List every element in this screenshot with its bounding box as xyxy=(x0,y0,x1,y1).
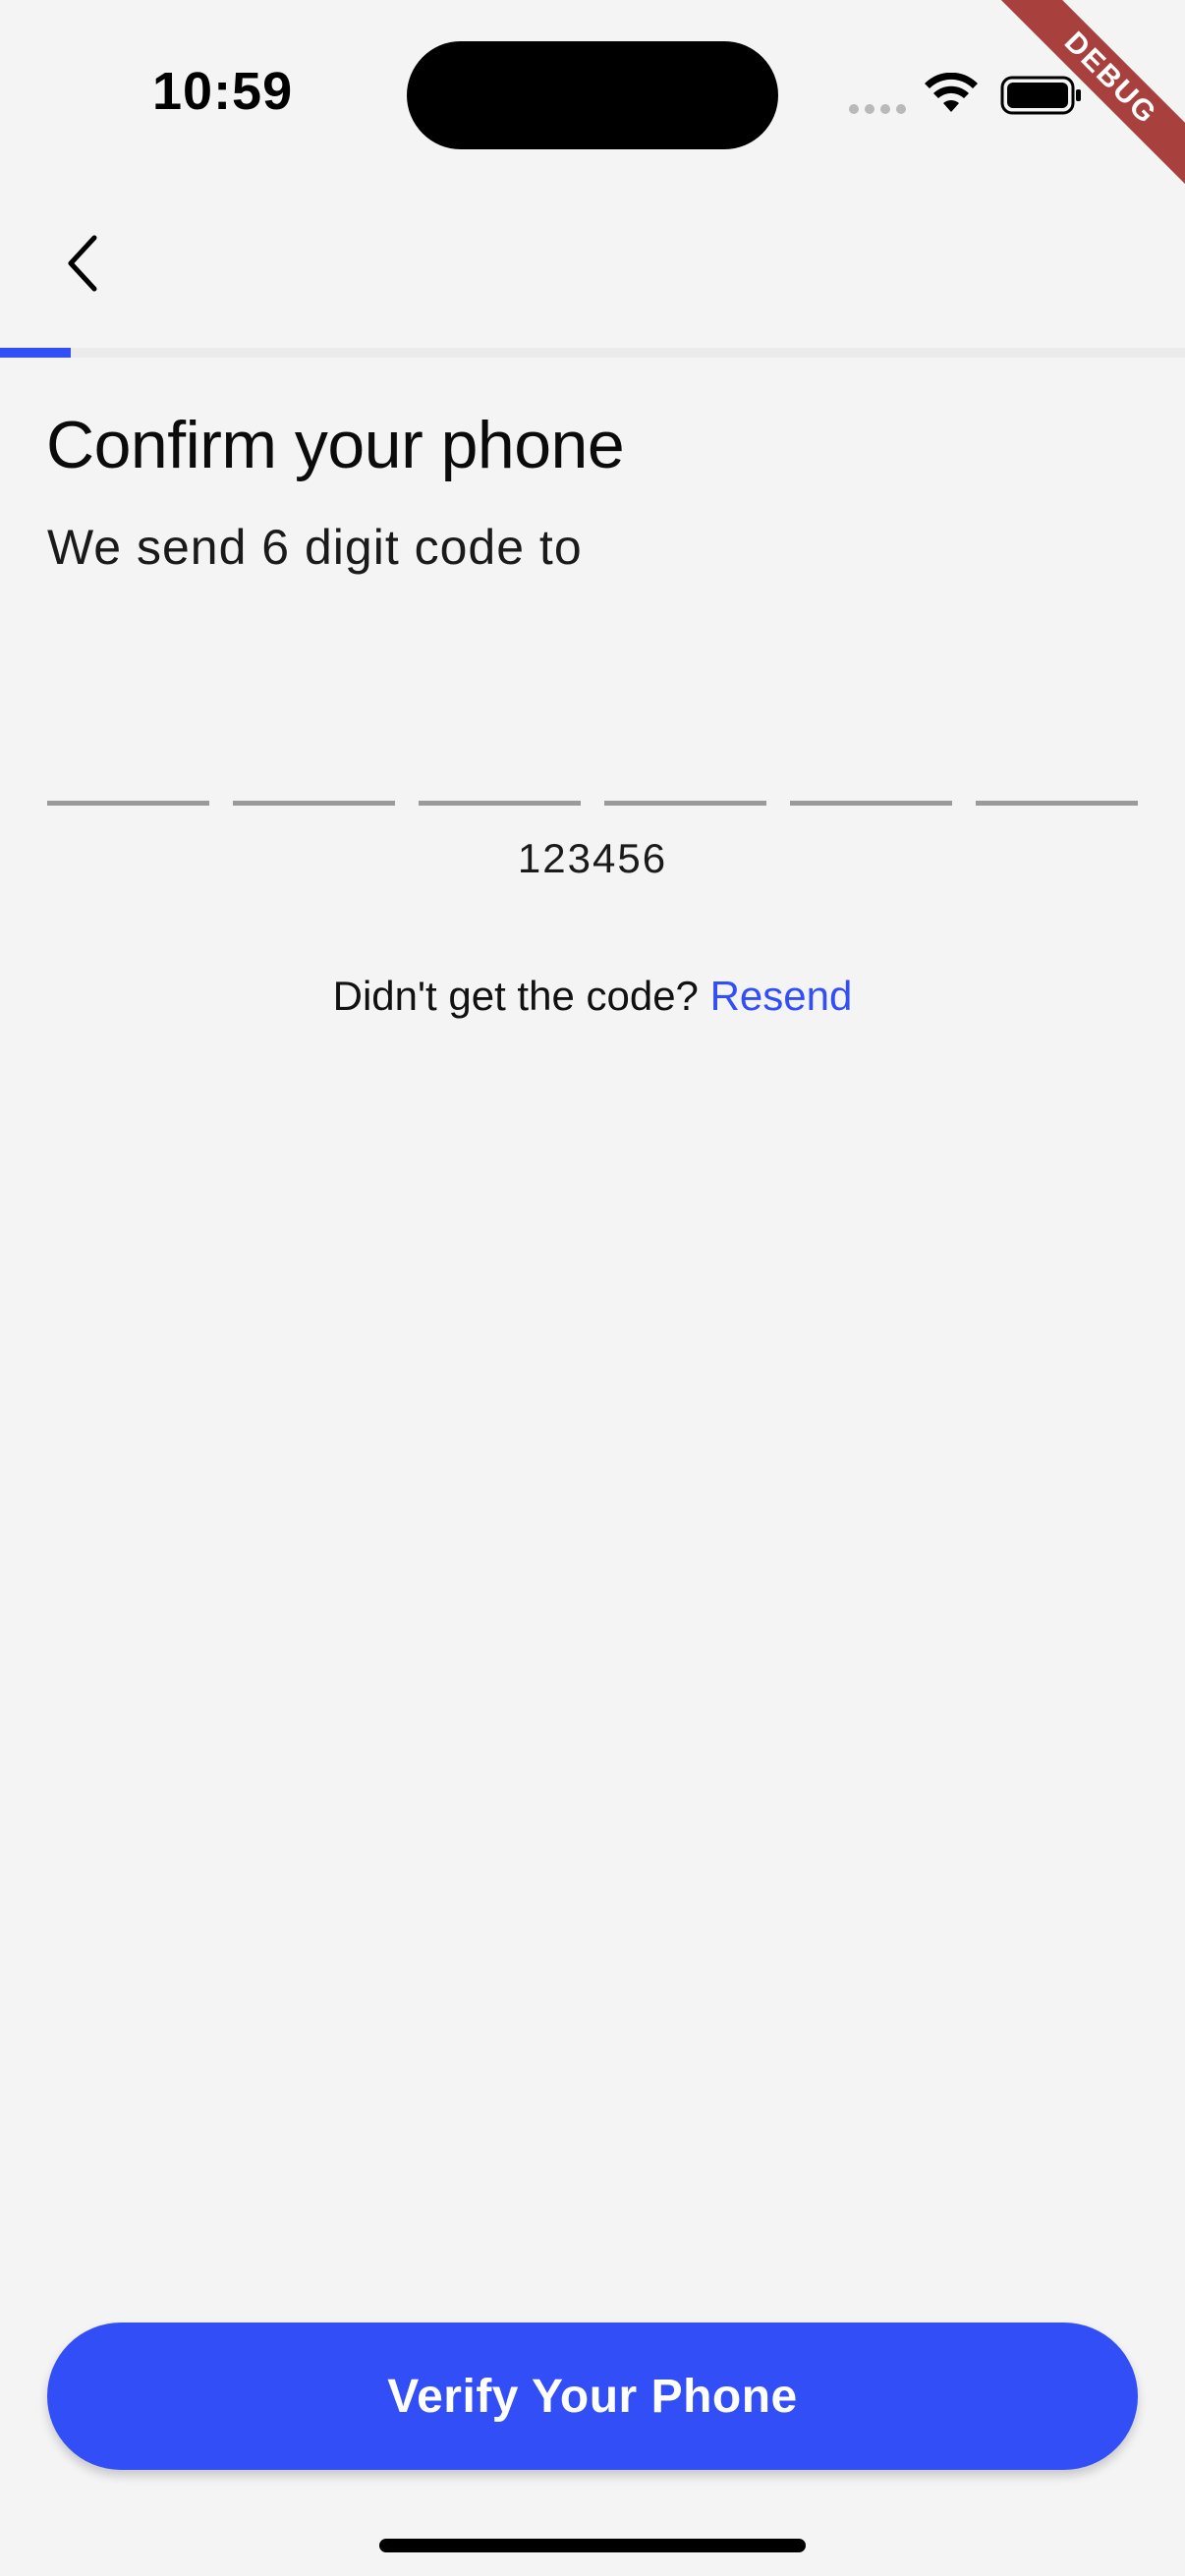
home-indicator xyxy=(379,2539,806,2552)
confirm-phone-screen: 10:59 DEBUG Confirm your phone We send 6… xyxy=(0,0,1185,2576)
resend-link[interactable]: Resend xyxy=(710,973,853,1019)
verify-phone-button[interactable]: Verify Your Phone xyxy=(47,2323,1138,2470)
chevron-left-icon xyxy=(68,235,97,292)
otp-digit-input[interactable] xyxy=(604,688,766,806)
back-button[interactable] xyxy=(47,224,118,303)
otp-digit-input[interactable] xyxy=(976,688,1138,806)
subtitle: We send 6 digit code to xyxy=(47,520,583,575)
otp-digit-input[interactable] xyxy=(233,688,395,806)
resend-prompt: Didn't get the code? xyxy=(332,973,699,1019)
dynamic-island xyxy=(407,41,778,149)
otp-digit-input[interactable] xyxy=(790,688,952,806)
wifi-icon xyxy=(925,73,978,112)
progress-fill xyxy=(0,348,72,358)
otp-input-row xyxy=(47,688,1138,806)
signal-dots-icon xyxy=(849,104,906,114)
battery-icon xyxy=(1000,76,1081,115)
otp-code-value: 123456 xyxy=(517,835,668,881)
otp-digit-input[interactable] xyxy=(47,688,209,806)
page-title: Confirm your phone xyxy=(46,408,625,482)
status-time: 10:59 xyxy=(152,62,294,121)
resend-row: Didn't get the code? Resend xyxy=(0,973,1185,1020)
progress-bar xyxy=(0,348,1185,358)
otp-digit-input[interactable] xyxy=(419,688,581,806)
